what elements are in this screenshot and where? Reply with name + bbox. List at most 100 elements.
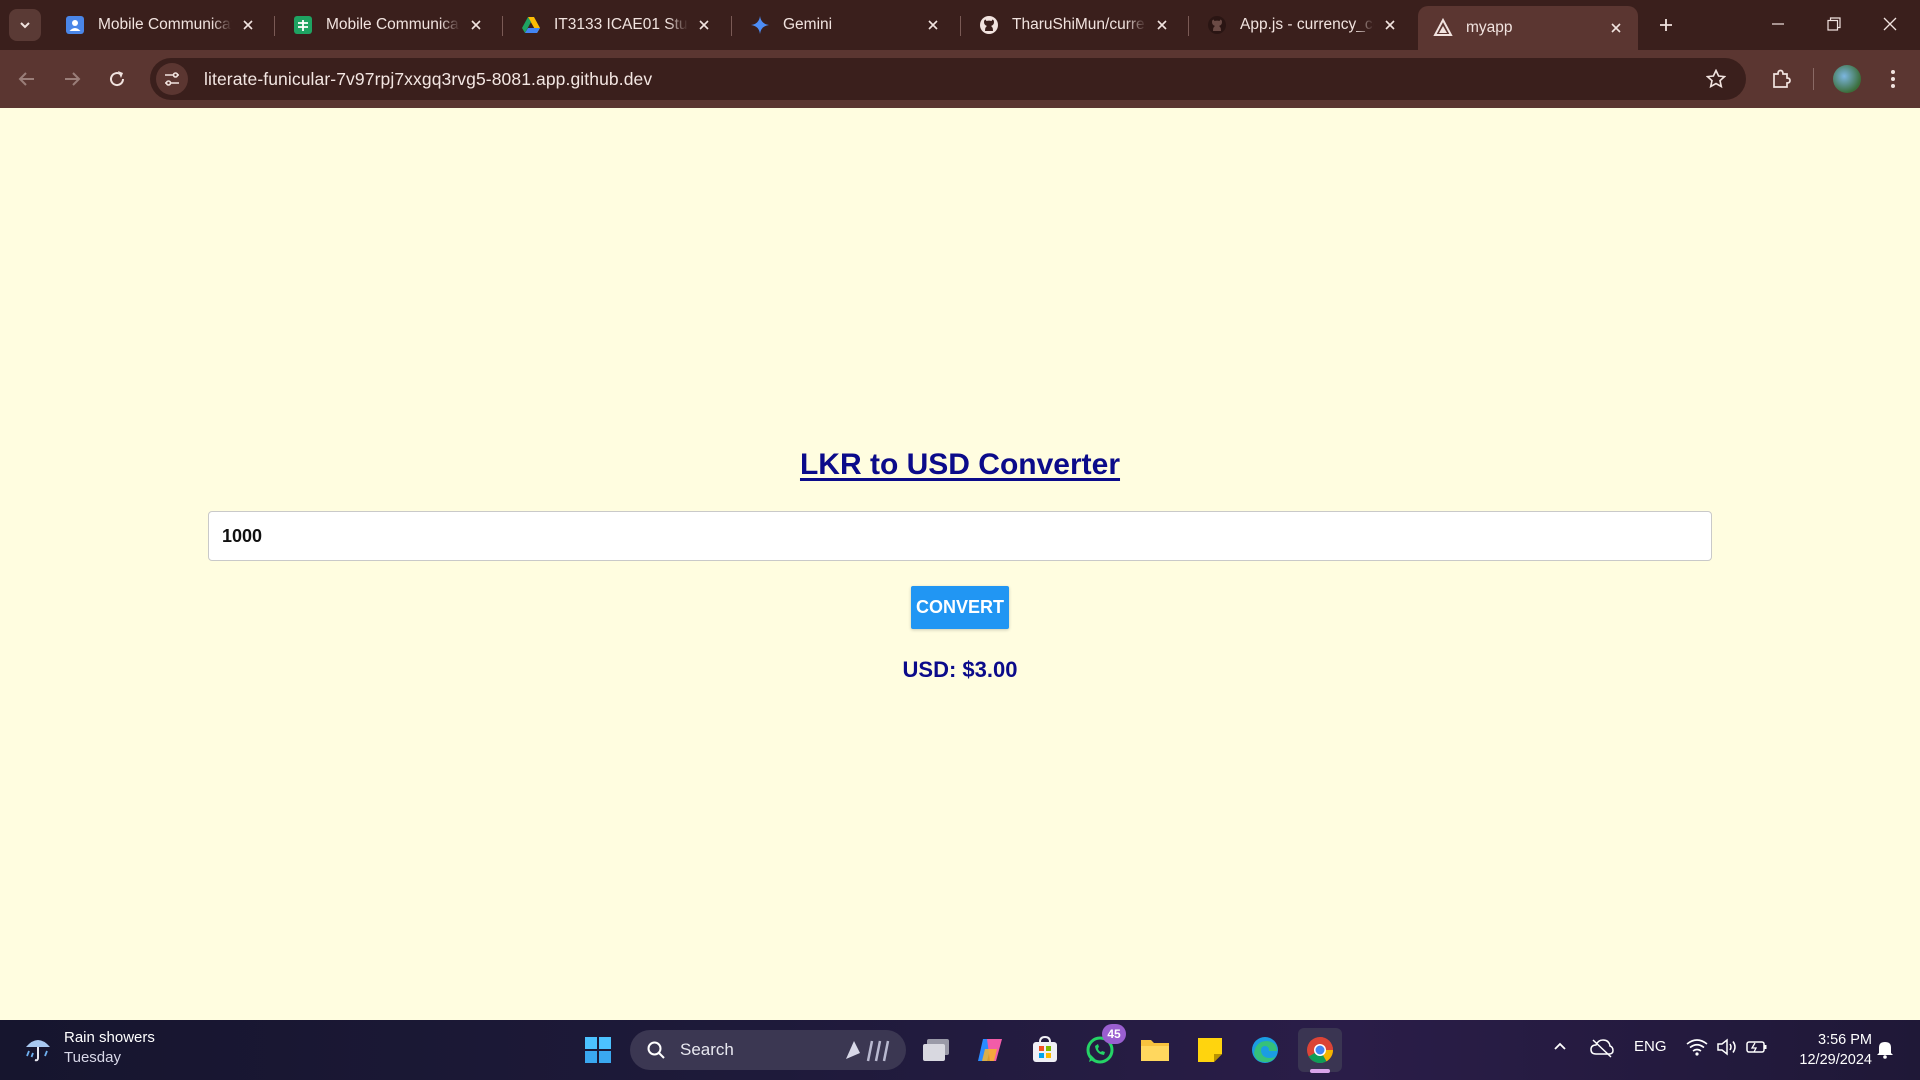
active-app-indicator	[1310, 1069, 1330, 1073]
page-title: LKR to USD Converter	[799, 448, 1121, 481]
chevron-up-icon	[1554, 1042, 1566, 1050]
task-view-button[interactable]	[914, 1028, 958, 1072]
gemini-icon	[749, 14, 771, 36]
close-icon[interactable]	[923, 15, 943, 35]
close-icon[interactable]	[694, 15, 714, 35]
reload-button[interactable]	[100, 62, 134, 96]
convert-button[interactable]: CONVERT	[911, 586, 1009, 629]
edge-button[interactable]	[1243, 1028, 1287, 1072]
microsoft-store-button[interactable]	[1023, 1028, 1067, 1072]
copilot-icon	[978, 1039, 1002, 1061]
start-button[interactable]	[576, 1028, 620, 1072]
restore-icon	[1827, 17, 1841, 31]
restore-button[interactable]	[1806, 0, 1862, 48]
tab-divider	[274, 16, 275, 36]
weather-day: Tuesday	[64, 1049, 121, 1066]
edge-icon	[1252, 1037, 1278, 1063]
forward-arrow-icon	[65, 72, 81, 86]
close-icon[interactable]	[238, 15, 258, 35]
cloud-off-icon	[1590, 1039, 1614, 1058]
lkr-amount-input[interactable]	[208, 511, 1712, 561]
tab-title: Mobile Communicati	[98, 16, 232, 33]
tab-search-button[interactable]	[9, 9, 41, 41]
windows-taskbar: Rain showers Tuesday Search 45 ENG 3:56 …	[0, 1020, 1920, 1080]
tab-github-repo[interactable]: TharuShiMun/curren	[964, 6, 1184, 44]
new-tab-button[interactable]	[1651, 10, 1681, 40]
github-icon	[978, 14, 1000, 36]
search-label: Search	[680, 1040, 734, 1059]
tab-divider	[1188, 16, 1189, 36]
store-icon	[1033, 1036, 1057, 1062]
expo-icon	[1432, 17, 1454, 39]
tab-strip: Mobile Communicati Mobile Communicati IT…	[0, 0, 1920, 50]
app-viewport: LKR to USD Converter CONVERT USD: $3.00	[0, 108, 1920, 1020]
close-icon[interactable]	[1152, 15, 1172, 35]
windows-logo-icon	[585, 1037, 611, 1063]
copilot-button[interactable]	[968, 1028, 1012, 1072]
minimize-button[interactable]	[1750, 0, 1806, 48]
rain-umbrella-icon	[20, 1030, 56, 1066]
tab-title: myapp	[1466, 19, 1513, 36]
avatar	[1833, 65, 1861, 93]
tab-divider	[731, 16, 732, 36]
whatsapp-button[interactable]: 45	[1078, 1024, 1126, 1072]
sheets-icon	[292, 14, 314, 36]
tab-gemini[interactable]: Gemini	[735, 6, 955, 44]
tab-title: IT3133 ICAE01 Studen	[554, 16, 688, 33]
notification-badge: 45	[1102, 1024, 1126, 1044]
bell-icon	[1877, 1042, 1893, 1059]
puzzle-piece-icon	[1773, 69, 1791, 88]
system-clock[interactable]: 3:56 PM 12/29/2024	[1778, 1030, 1872, 1070]
close-icon[interactable]	[1380, 15, 1400, 35]
close-icon[interactable]	[1606, 18, 1626, 38]
contacts-icon	[64, 14, 86, 36]
close-window-button[interactable]	[1862, 0, 1918, 48]
wifi-icon[interactable]	[1686, 1038, 1708, 1056]
profile-button[interactable]	[1830, 62, 1864, 96]
onedrive-status[interactable]	[1590, 1038, 1614, 1058]
tab-mobile-communication-1[interactable]: Mobile Communicati	[50, 6, 270, 44]
file-explorer-button[interactable]	[1133, 1028, 1177, 1072]
forward-button[interactable]	[55, 62, 89, 96]
tab-it3133-icae01[interactable]: IT3133 ICAE01 Studen	[506, 6, 726, 44]
task-view-icon	[923, 1039, 949, 1061]
clock-time: 3:56 PM	[1818, 1032, 1872, 1048]
sticky-notes-button[interactable]	[1188, 1028, 1232, 1072]
browser-toolbar: literate-funicular-7v97rpj7xxgq3rvg5-808…	[0, 50, 1920, 108]
reload-icon	[110, 71, 125, 87]
plus-icon	[1660, 19, 1672, 31]
address-bar[interactable]: literate-funicular-7v97rpj7xxgq3rvg5-808…	[150, 58, 1746, 100]
chrome-button[interactable]	[1298, 1028, 1342, 1072]
notifications-button[interactable]	[1876, 1039, 1894, 1059]
show-hidden-icons-button[interactable]	[1552, 1038, 1568, 1054]
back-arrow-icon	[18, 72, 34, 86]
extensions-button[interactable]	[1764, 62, 1798, 96]
taskbar-search[interactable]: Search	[630, 1030, 906, 1070]
volume-icon[interactable]	[1716, 1038, 1738, 1056]
language-indicator[interactable]: ENG	[1634, 1038, 1667, 1055]
chevron-down-icon	[20, 22, 30, 29]
tab-myapp[interactable]: myapp	[1418, 6, 1638, 50]
back-button[interactable]	[10, 62, 44, 96]
battery-icon[interactable]	[1746, 1038, 1768, 1056]
tab-mobile-communication-2[interactable]: Mobile Communicati	[278, 6, 498, 44]
url-text[interactable]: literate-funicular-7v97rpj7xxgq3rvg5-808…	[204, 69, 652, 90]
minimize-icon	[1772, 23, 1784, 25]
close-icon[interactable]	[466, 15, 486, 35]
conversion-result: USD: $3.00	[902, 657, 1018, 682]
bookmark-star-button[interactable]	[1704, 67, 1728, 91]
site-info-button[interactable]	[156, 63, 188, 95]
close-icon	[1883, 17, 1897, 31]
tab-divider	[502, 16, 503, 36]
toolbar-divider	[1813, 68, 1814, 90]
drive-icon	[520, 14, 542, 36]
weather-widget[interactable]: Rain showers Tuesday	[20, 1028, 155, 1068]
search-icon	[647, 1041, 665, 1059]
browser-menu-button[interactable]	[1876, 62, 1910, 96]
tab-title: Mobile Communicati	[326, 16, 460, 33]
folder-icon	[1141, 1040, 1169, 1061]
kebab-menu-icon	[1891, 70, 1895, 88]
tab-app-js[interactable]: App.js - currency_co	[1192, 6, 1412, 44]
tune-icon	[165, 72, 179, 86]
clock-date: 12/29/2024	[1799, 1052, 1872, 1068]
